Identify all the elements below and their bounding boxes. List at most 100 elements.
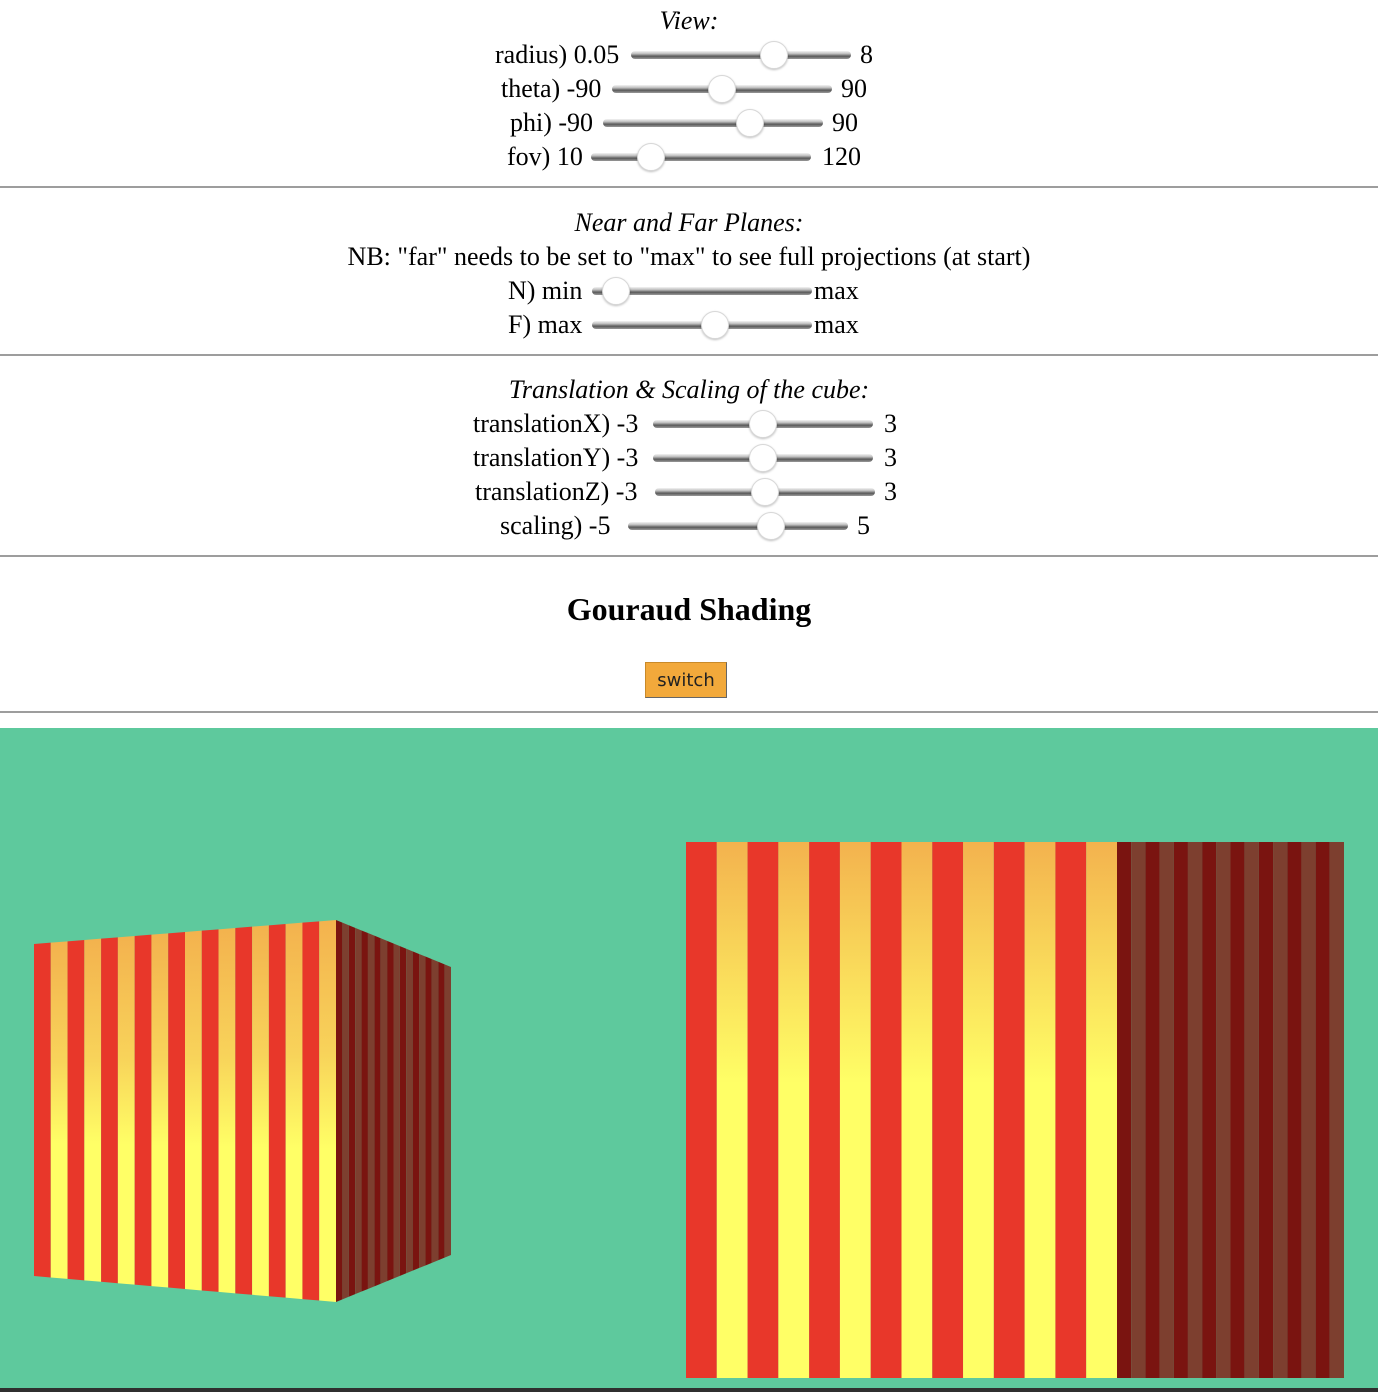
- radius-slider-thumb[interactable]: [759, 41, 788, 69]
- cube-side-stripe: [374, 935, 381, 1287]
- cube-front-stripe: [168, 932, 185, 1289]
- cube-front-stripe: [302, 921, 320, 1301]
- cube-side-stripe: [1301, 842, 1316, 1378]
- cube-side-stripe: [419, 953, 426, 1269]
- transform-heading: Translation & Scaling of the cube:: [508, 375, 870, 404]
- far-slider[interactable]: [592, 311, 812, 339]
- cube-side-stripe: [1173, 842, 1188, 1378]
- divider: [0, 186, 1378, 188]
- cube-front-stripe: [34, 942, 51, 1278]
- cube-front-stripe: [185, 930, 202, 1291]
- phi-slider[interactable]: [603, 109, 823, 137]
- webgl-canvas[interactable]: [0, 728, 1378, 1392]
- cube-front-stripe: [101, 937, 118, 1284]
- cube-front-stripe: [747, 842, 779, 1378]
- cube-front-stripe: [778, 842, 810, 1378]
- near-slider-row: N) min max: [0, 274, 1378, 308]
- cube-front-stripe: [268, 924, 286, 1298]
- cube-side-stripe: [438, 961, 445, 1261]
- cube-front-stripe: [1024, 842, 1056, 1378]
- cube-side-stripe: [431, 959, 439, 1263]
- translation-z-slider-thumb[interactable]: [751, 478, 779, 506]
- cube-front-stripe: [932, 842, 964, 1378]
- theta-slider-thumb[interactable]: [708, 75, 736, 103]
- theta-slider-row: theta) -90 90: [0, 72, 1378, 106]
- canvas-bottom-edge: [0, 1388, 1378, 1392]
- cube-front-stripe: [285, 922, 303, 1300]
- theta-slider[interactable]: [612, 75, 832, 103]
- cube-front-stripe: [1055, 842, 1087, 1378]
- scaling-max-label: 5: [857, 511, 870, 540]
- translation-x-slider-row: translationX) -3 3: [0, 407, 1378, 441]
- cube-side-stripe: [1315, 842, 1330, 1378]
- cube-front-stripe: [218, 928, 236, 1294]
- phi-slider-row: phi) -90 90: [0, 106, 1378, 140]
- translation-x-slider-thumb[interactable]: [749, 410, 777, 438]
- translation-z-max-label: 3: [884, 477, 897, 506]
- translation-y-slider[interactable]: [653, 444, 873, 472]
- theta-min-label: theta) -90: [501, 74, 602, 103]
- translation-z-slider[interactable]: [655, 478, 875, 506]
- far-max-label: max: [814, 310, 859, 339]
- cube-side-stripe: [1244, 842, 1259, 1378]
- near-slider-thumb[interactable]: [602, 277, 631, 305]
- cube-front-stripe: [716, 842, 748, 1378]
- cube-side-stripe: [355, 927, 362, 1295]
- cube-front-stripe: [993, 842, 1025, 1378]
- scaling-slider[interactable]: [628, 512, 848, 540]
- phi-slider-thumb[interactable]: [735, 109, 764, 137]
- view-heading: View:: [659, 6, 719, 35]
- cube-front-stripe: [84, 938, 102, 1282]
- cube-side-stripe: [387, 940, 394, 1282]
- cube-front-stripe: [117, 936, 135, 1285]
- scaling-slider-thumb[interactable]: [757, 512, 785, 540]
- far-slider-thumb[interactable]: [701, 311, 730, 339]
- orthographic-cube: [686, 842, 1344, 1378]
- cube-side-stripe: [1216, 842, 1231, 1378]
- cube-side-stripe: [1117, 842, 1132, 1378]
- fov-slider-row: fov) 10 120: [0, 140, 1378, 174]
- cube-side-stripe: [1329, 842, 1344, 1378]
- fov-min-label: fov) 10: [507, 142, 583, 171]
- transform-section: Translation & Scaling of the cube: trans…: [0, 373, 1378, 543]
- cube-side-stripe: [425, 956, 432, 1266]
- cube-side-stripe: [1258, 842, 1274, 1378]
- cube-side-stripe: [399, 946, 407, 1276]
- cube-side-stripe: [1131, 842, 1146, 1378]
- cube-side-stripe: [380, 938, 388, 1284]
- cube-front-stripe: [870, 842, 902, 1378]
- cube-front-stripe: [151, 933, 169, 1288]
- perspective-cube: [34, 920, 451, 1302]
- cube-front-stripe: [1086, 842, 1117, 1378]
- cube-front-stripe: [134, 934, 152, 1287]
- translation-z-slider-row: translationZ) -3 3: [0, 475, 1378, 509]
- cube-side-stripe: [342, 922, 349, 1300]
- switch-button[interactable]: switch: [645, 662, 727, 698]
- cube-side-stripe: [1187, 842, 1203, 1378]
- cube-front-stripe: [809, 842, 840, 1378]
- fov-slider-thumb[interactable]: [637, 143, 665, 171]
- radius-max-label: 8: [860, 40, 873, 69]
- radius-slider-row: radius) 0.05 8: [0, 38, 1378, 72]
- view-section: View: radius) 0.05 8 theta) -90 90 phi) …: [0, 4, 1378, 174]
- cube-front-stripe: [50, 941, 68, 1279]
- divider: [0, 711, 1378, 713]
- cube-side-stripe: [406, 948, 413, 1274]
- cube-front-stripe: [686, 842, 717, 1378]
- planes-section: Near and Far Planes: NB: "far" needs to …: [0, 206, 1378, 342]
- cube-side-stripe: [367, 933, 375, 1289]
- cube-side-stripe: [412, 951, 420, 1271]
- cube-front-stripe: [319, 920, 336, 1302]
- translation-x-min-label: translationX) -3: [473, 409, 639, 438]
- cube-front-stripe: [201, 929, 219, 1292]
- cube-side-stripe: [1273, 842, 1288, 1378]
- radius-slider[interactable]: [631, 41, 851, 69]
- translation-x-max-label: 3: [884, 409, 897, 438]
- radius-min-label: radius) 0.05: [495, 40, 620, 69]
- translation-y-slider-thumb[interactable]: [749, 444, 777, 472]
- translation-x-slider[interactable]: [653, 410, 873, 438]
- translation-y-slider-row: translationY) -3 3: [0, 441, 1378, 475]
- near-slider[interactable]: [592, 277, 812, 305]
- cube-front-stripe: [901, 842, 933, 1378]
- fov-slider[interactable]: [591, 143, 811, 171]
